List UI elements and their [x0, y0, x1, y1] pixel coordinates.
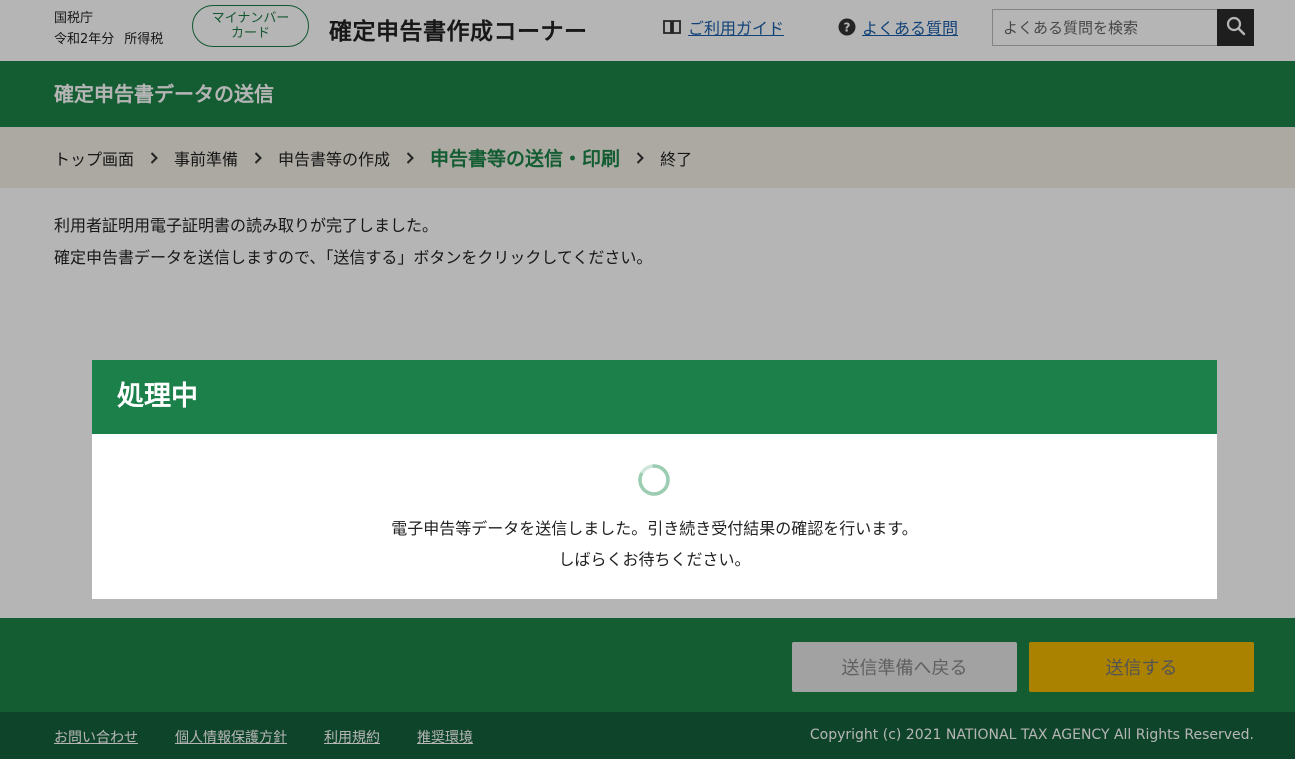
dialog-message-line-2: しばらくお待ちください。	[558, 550, 751, 569]
loading-spinner-icon	[637, 463, 671, 497]
dialog-message: 電子申告等データを送信しました。引き続き受付結果の確認を行います。 しばらくお待…	[92, 513, 1217, 575]
processing-dialog: 処理中 電子申告等データを送信しました。引き続き受付結果の確認を行います。 しば…	[92, 360, 1217, 599]
dialog-title: 処理中	[92, 360, 1217, 434]
dialog-message-line-1: 電子申告等データを送信しました。引き続き受付結果の確認を行います。	[391, 519, 918, 538]
